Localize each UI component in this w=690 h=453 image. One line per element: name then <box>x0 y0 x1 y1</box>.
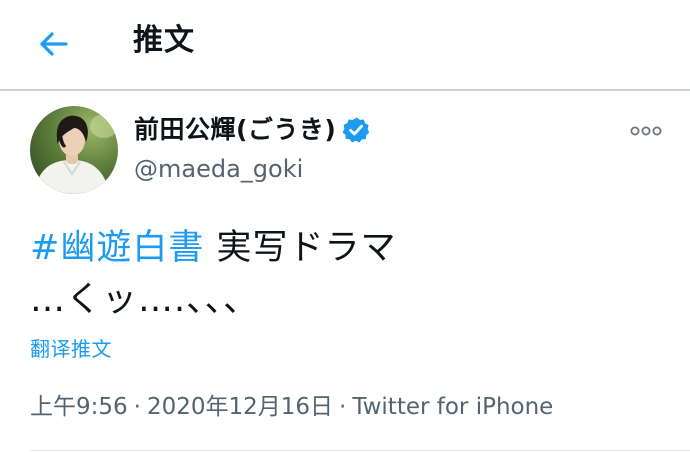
tweet-line-2: …くッ….、、、 <box>30 280 260 320</box>
tweet-line-1-text: 実写ドラマ <box>204 228 397 268</box>
tweet-source[interactable]: Twitter for iPhone <box>352 390 553 424</box>
author-handle[interactable]: @maeda_goki <box>134 152 303 186</box>
more-options-button[interactable] <box>626 116 666 146</box>
author-display-name: 前田公輝(ごうき) <box>134 115 337 144</box>
top-bar: 推文 <box>0 0 690 89</box>
tweet-meta: 上午9:56 · 2020年12月16日 · Twitter for iPhon… <box>30 390 553 424</box>
translate-tweet-link[interactable]: 翻译推文 <box>30 334 112 364</box>
tweet-text: #幽遊白書 実写ドラマ …くッ….、、、 <box>30 222 660 326</box>
tweet-date[interactable]: 2020年12月16日 <box>147 390 333 424</box>
more-horizontal-icon <box>630 126 662 136</box>
tweet-time[interactable]: 上午9:56 <box>30 390 128 424</box>
verified-badge-icon <box>342 116 370 144</box>
meta-separator: · <box>339 394 347 420</box>
meta-divider <box>30 450 690 451</box>
author-name-row[interactable]: 前田公輝(ごうき) <box>134 110 370 150</box>
meta-separator: · <box>133 394 141 420</box>
hashtag-link[interactable]: #幽遊白書 <box>30 228 204 268</box>
header-divider <box>0 89 690 91</box>
arrow-left-icon <box>40 32 68 56</box>
avatar-image <box>30 106 118 194</box>
avatar[interactable] <box>30 106 118 194</box>
back-button[interactable] <box>30 22 78 66</box>
page-title: 推文 <box>133 23 195 58</box>
tweet-line-1: #幽遊白書 実写ドラマ <box>30 222 660 274</box>
